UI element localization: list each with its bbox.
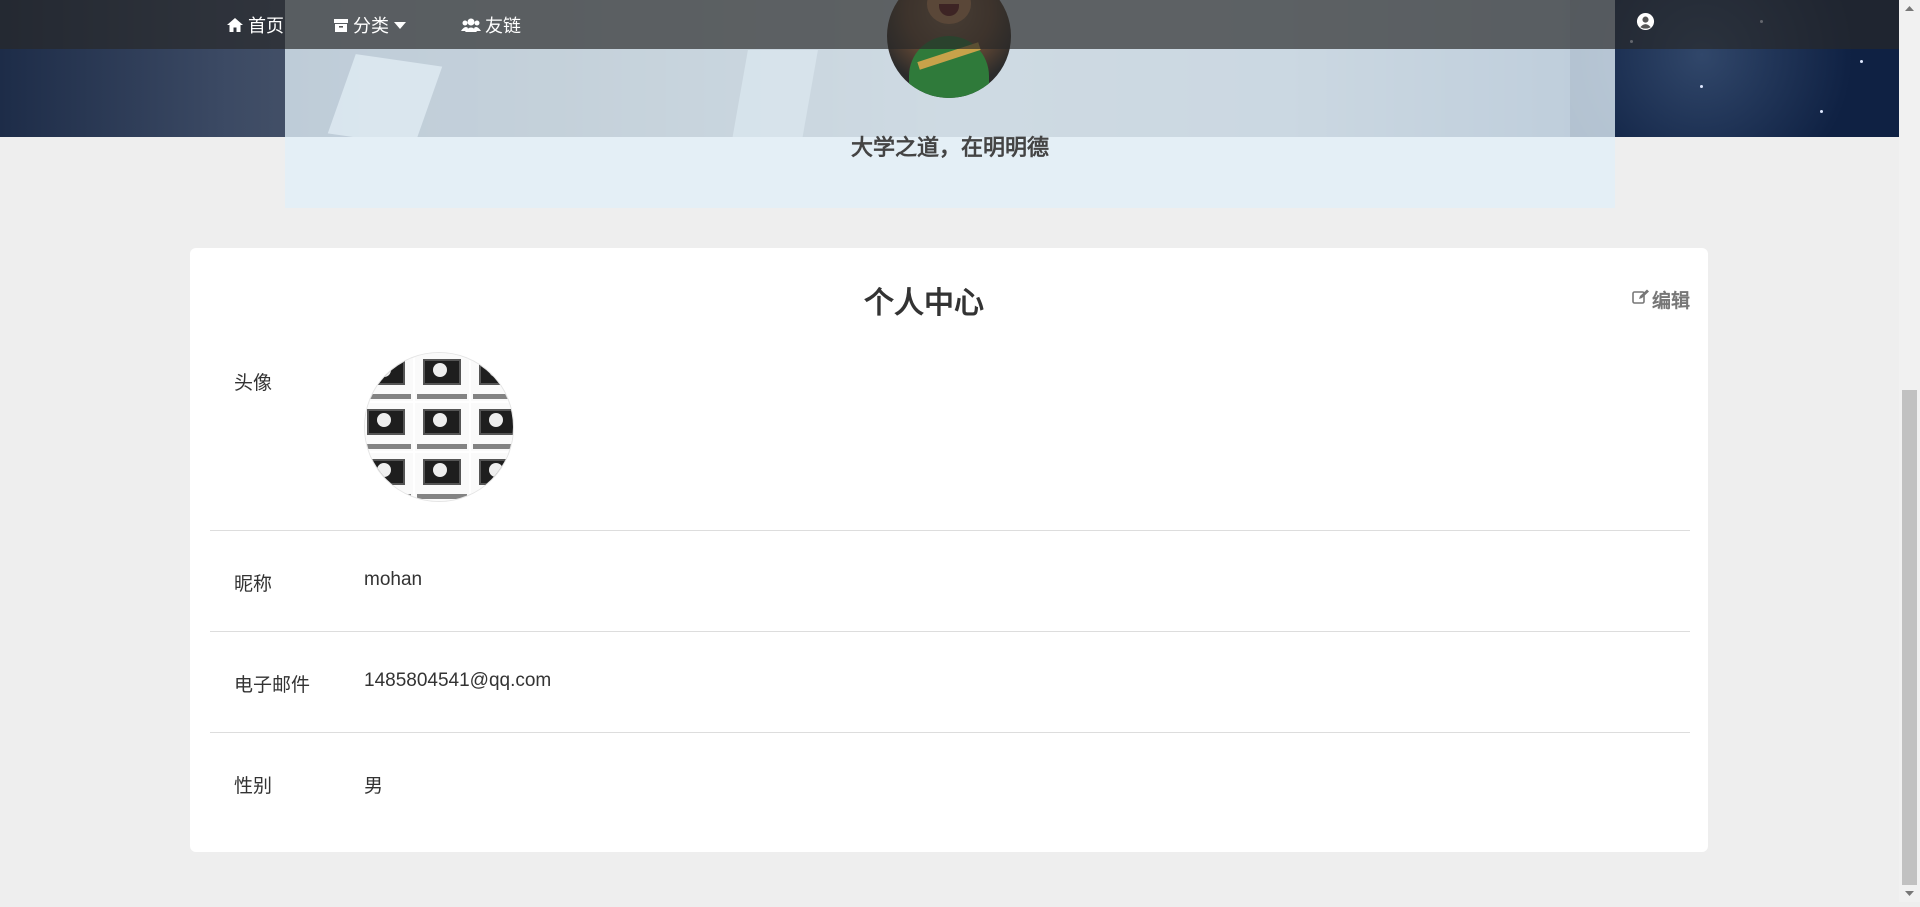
vertical-scrollbar[interactable] — [1899, 0, 1920, 902]
user-avatar[interactable] — [364, 352, 514, 502]
nav-category-dropdown[interactable]: 分类 — [333, 12, 407, 38]
caret-down-icon — [393, 20, 407, 30]
gender-label: 性别 — [234, 776, 273, 797]
nav-home[interactable]: 首页 — [226, 12, 284, 38]
nickname-label: 昵称 — [234, 574, 273, 595]
gender-row: 性别 男 — [210, 733, 1690, 833]
scroll-down-arrow-icon[interactable] — [1899, 885, 1920, 902]
nickname-value: mohan — [364, 569, 423, 590]
nav-home-label: 首页 — [248, 16, 284, 36]
gender-value: 男 — [364, 776, 384, 797]
home-icon — [226, 17, 244, 33]
banner-decoration — [1860, 60, 1863, 63]
nav-category-label: 分类 — [353, 16, 389, 36]
scroll-up-arrow-icon[interactable] — [1899, 0, 1920, 17]
user-menu-button[interactable] — [1636, 12, 1655, 31]
site-motto: 大学之道，在明明德 — [850, 135, 1049, 160]
avatar-row: 头像 — [210, 348, 1690, 531]
email-row: 电子邮件 1485804541@qq.com — [210, 632, 1690, 733]
email-value: 1485804541@qq.com — [364, 670, 552, 691]
edit-icon — [1632, 289, 1650, 311]
edit-button-label: 编辑 — [1651, 291, 1690, 312]
nav-links[interactable]: 友链 — [461, 12, 521, 38]
user-circle-icon — [1636, 12, 1655, 31]
banner-decoration — [1700, 85, 1703, 88]
top-navbar: 首页 分类 友链 — [0, 0, 1899, 49]
avatar-label: 头像 — [234, 373, 273, 394]
avatar-image — [365, 353, 513, 501]
edit-button[interactable]: 编辑 — [1632, 286, 1690, 313]
nickname-row: 昵称 mohan — [210, 531, 1690, 632]
email-label: 电子邮件 — [234, 675, 311, 696]
banner-decoration — [1820, 110, 1823, 113]
archive-icon — [333, 17, 349, 33]
nav-links-label: 友链 — [485, 16, 521, 36]
users-icon — [461, 17, 481, 33]
page-title: 个人中心 — [864, 287, 984, 320]
profile-card: 个人中心 编辑 头像 昵称 mohan 电子邮件 1485804541@qq.c… — [190, 248, 1708, 852]
scrollbar-thumb[interactable] — [1902, 390, 1917, 885]
